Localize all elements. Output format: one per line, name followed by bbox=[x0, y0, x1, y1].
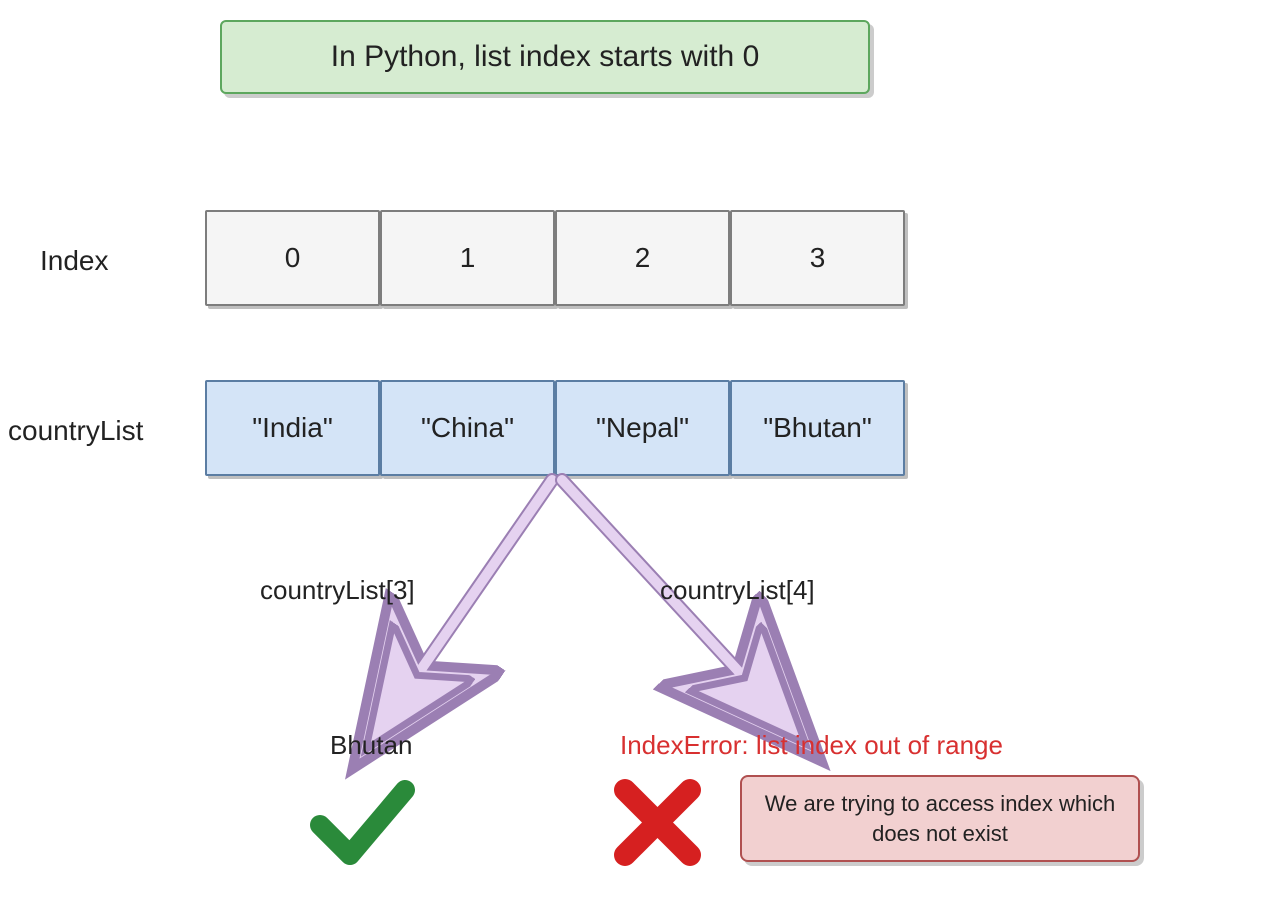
left-access-label: countryList[3] bbox=[260, 575, 415, 606]
left-result-text: Bhutan bbox=[330, 730, 412, 761]
right-access-label: countryList[4] bbox=[660, 575, 815, 606]
cross-icon bbox=[610, 775, 710, 875]
arrows-svg bbox=[0, 0, 1274, 904]
error-explain-box: We are trying to access index which does… bbox=[740, 775, 1140, 862]
check-icon bbox=[310, 770, 420, 880]
error-title: IndexError: list index out of range bbox=[620, 730, 1003, 761]
